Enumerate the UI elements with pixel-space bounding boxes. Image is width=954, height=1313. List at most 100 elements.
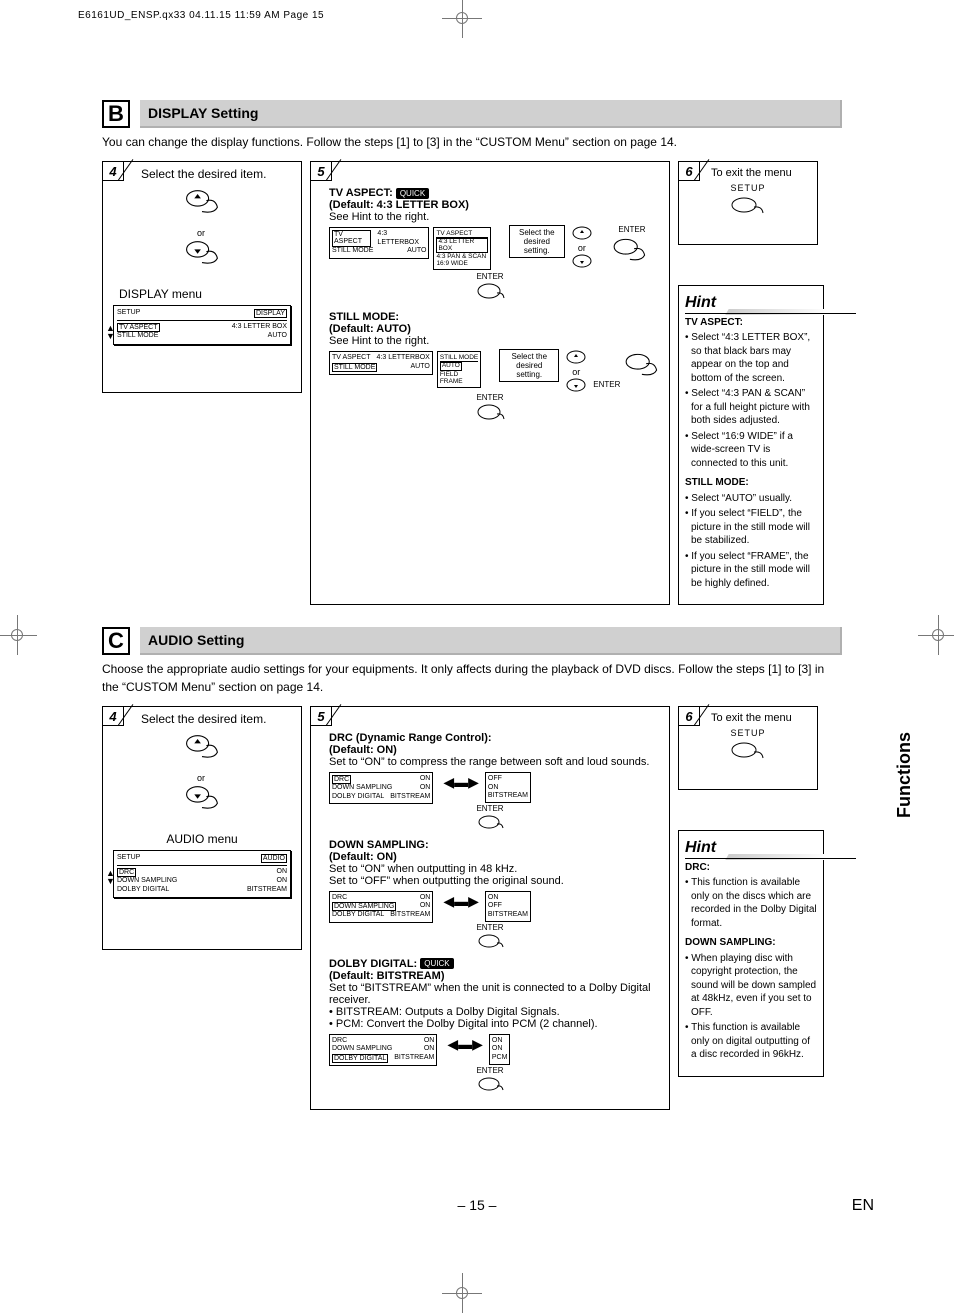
b-step6-box: 6 To exit the menu SETUP bbox=[678, 161, 818, 245]
enter-icon bbox=[476, 813, 504, 833]
b-step5-box: 5 TV ASPECT: QUICK (Default: 4:3 LETTER … bbox=[310, 161, 670, 605]
hint-title: Hint bbox=[685, 292, 716, 314]
dd-panel: DRCON DOWN SAMPLINGON DOLBY DIGITALBITST… bbox=[329, 1034, 437, 1066]
enter-label: ENTER bbox=[618, 225, 645, 234]
page-number: – 15 – bbox=[0, 1197, 954, 1213]
enter-button-icon bbox=[611, 234, 653, 272]
c-step5-num: 5 bbox=[317, 709, 324, 724]
hint-list: Select “4:3 LETTER BOX”, so that black b… bbox=[685, 331, 817, 470]
c-hint-box: Hint DRC: This function is available onl… bbox=[678, 830, 824, 1077]
hint-list: When playing disc with copyright protect… bbox=[685, 952, 817, 1062]
b-step4-box: 4 Select the desired item. or DISPLAY me… bbox=[102, 161, 302, 393]
c-step6-num: 6 bbox=[685, 709, 692, 724]
up-button-icon bbox=[180, 728, 224, 772]
osd-audio: AUDIO bbox=[261, 854, 287, 863]
enter-footer: ENTER bbox=[476, 804, 503, 813]
down-button-icon bbox=[180, 779, 224, 823]
setup-button-icon bbox=[728, 193, 768, 223]
section-c-letter: C bbox=[102, 627, 130, 655]
drc-panel-alt: OFF ON BITSTREAM bbox=[485, 772, 531, 803]
side-tab: Functions bbox=[870, 580, 894, 720]
osd-setup: SETUP bbox=[117, 854, 140, 863]
osd-row: DOWN SAMPLING bbox=[117, 877, 177, 885]
enter-icon bbox=[475, 402, 505, 424]
setup-label: SETUP bbox=[683, 183, 813, 193]
c-step5-box: 5 DRC (Dynamic Range Control): (Default:… bbox=[310, 706, 670, 1109]
osd-display: DISPLAY bbox=[254, 309, 287, 318]
osd-row-val: BITSTREAM bbox=[247, 886, 287, 894]
select-setting-box: Select the desired setting. bbox=[499, 349, 559, 382]
section-c-title: AUDIO Setting bbox=[140, 627, 842, 655]
still-mode-block: STILL MODE: (Default: AUTO) See Hint to … bbox=[329, 311, 665, 347]
downsampling-block: DOWN SAMPLING: (Default: ON) Set to “ON”… bbox=[329, 839, 665, 887]
tv-aspect-block: TV ASPECT: QUICK (Default: 4:3 LETTER BO… bbox=[329, 187, 665, 223]
down-icon bbox=[565, 377, 587, 393]
c-step4-num: 4 bbox=[109, 709, 116, 724]
hint-list: This function is available only on the d… bbox=[685, 876, 817, 930]
audio-menu-label: AUDIO menu bbox=[107, 832, 297, 846]
section-b-header: B DISPLAY Setting bbox=[102, 100, 842, 128]
osd-row: DOLBY DIGITAL bbox=[117, 886, 169, 894]
osd-row: TV ASPECT bbox=[117, 323, 160, 332]
c-step4-box: 4 Select the desired item. or AUDIO menu… bbox=[102, 706, 302, 950]
drc-panel: DRCON DOWN SAMPLINGON DOLBY DIGITALBITST… bbox=[329, 772, 433, 804]
section-c-header: C AUDIO Setting bbox=[102, 627, 842, 655]
job-header: E6161UD_ENSP.qx33 04.11.15 11:59 AM Page… bbox=[78, 10, 324, 21]
b-hint-box: Hint TV ASPECT: Select “4:3 LETTER BOX”,… bbox=[678, 285, 824, 605]
enter-footer: ENTER bbox=[476, 393, 503, 402]
tv-aspect-panel: TV ASPECT4:3 LETTERBOX STILL MODEAUTO bbox=[329, 227, 429, 258]
up-button-icon bbox=[180, 183, 224, 227]
down-icon bbox=[571, 253, 593, 269]
select-setting-box: Select the desired setting. bbox=[509, 225, 565, 258]
osd-row-val: ON bbox=[277, 868, 288, 877]
section-b-letter: B bbox=[102, 100, 130, 128]
display-osd-panel: ▲▼ SETUP DISPLAY TV ASPECT4:3 LETTER BOX… bbox=[113, 305, 291, 344]
enter-icon bbox=[476, 932, 504, 952]
setup-button-icon bbox=[728, 738, 768, 768]
section-b-title: DISPLAY Setting bbox=[140, 100, 842, 128]
audio-osd-panel: ▲▼ SETUP AUDIO DRCON DOWN SAMPLINGON DOL… bbox=[113, 850, 291, 898]
enter-button-icon bbox=[623, 349, 665, 387]
arrow-icon: ◀▬▶ bbox=[441, 1032, 489, 1053]
display-menu-label: DISPLAY menu bbox=[119, 287, 297, 301]
osd-row: DRC bbox=[117, 868, 136, 877]
enter-footer: ENTER bbox=[476, 923, 503, 932]
osd-row-val: ON bbox=[277, 877, 288, 885]
enter-icon bbox=[476, 1075, 504, 1095]
dolby-block: DOLBY DIGITAL: QUICK (Default: BITSTREAM… bbox=[329, 958, 665, 1030]
ds-panel: DRCON DOWN SAMPLINGON DOLBY DIGITALBITST… bbox=[329, 891, 433, 923]
b-step6-num: 6 bbox=[685, 164, 692, 179]
down-button-icon bbox=[180, 234, 224, 278]
up-icon bbox=[571, 225, 593, 241]
section-c-desc: Choose the appropriate audio settings fo… bbox=[102, 661, 842, 696]
hint-title: Hint bbox=[685, 837, 716, 859]
quick-pill: QUICK bbox=[396, 188, 429, 199]
enter-footer: ENTER bbox=[476, 1066, 503, 1075]
still-mode-panel: TV ASPECT4:3 LETTERBOX STILL MODEAUTO bbox=[329, 351, 433, 374]
enter-label: ENTER bbox=[593, 380, 620, 389]
hint-heading: DOWN SAMPLING: bbox=[685, 936, 817, 950]
page-lang: EN bbox=[852, 1197, 874, 1215]
hint-list: Select “AUTO” usually. If you select “FI… bbox=[685, 492, 817, 591]
dd-panel-alt: ON ON PCM bbox=[489, 1034, 511, 1065]
arrow-icon: ◀▬▶ bbox=[437, 770, 485, 791]
quick-pill: QUICK bbox=[420, 958, 453, 969]
hint-heading: TV ASPECT: bbox=[685, 316, 817, 330]
hint-heading: DRC: bbox=[685, 861, 817, 875]
b-step5-num: 5 bbox=[317, 164, 324, 179]
up-icon bbox=[565, 349, 587, 365]
setup-label: SETUP bbox=[683, 728, 813, 738]
tv-aspect-list: TV ASPECT 4:3 LETTER BOX 4:3 PAN & SCAN … bbox=[433, 227, 490, 270]
c-step6-box: 6 To exit the menu SETUP bbox=[678, 706, 818, 790]
osd-setup: SETUP bbox=[117, 309, 140, 318]
ds-panel-alt: ON OFF BITSTREAM bbox=[485, 891, 531, 922]
enter-footer: ENTER bbox=[476, 272, 503, 281]
section-c-diagram: 4 Select the desired item. or AUDIO menu… bbox=[102, 706, 842, 1109]
b-step4-num: 4 bbox=[109, 164, 116, 179]
arrow-icon: ◀▬▶ bbox=[437, 889, 485, 910]
drc-block: DRC (Dynamic Range Control): (Default: O… bbox=[329, 732, 665, 768]
enter-icon bbox=[475, 281, 505, 303]
osd-row: STILL MODE bbox=[117, 332, 158, 340]
still-mode-list: STILL MODE AUTO FIELD FRAME bbox=[437, 351, 481, 388]
section-b-desc: You can change the display functions. Fo… bbox=[102, 134, 842, 151]
